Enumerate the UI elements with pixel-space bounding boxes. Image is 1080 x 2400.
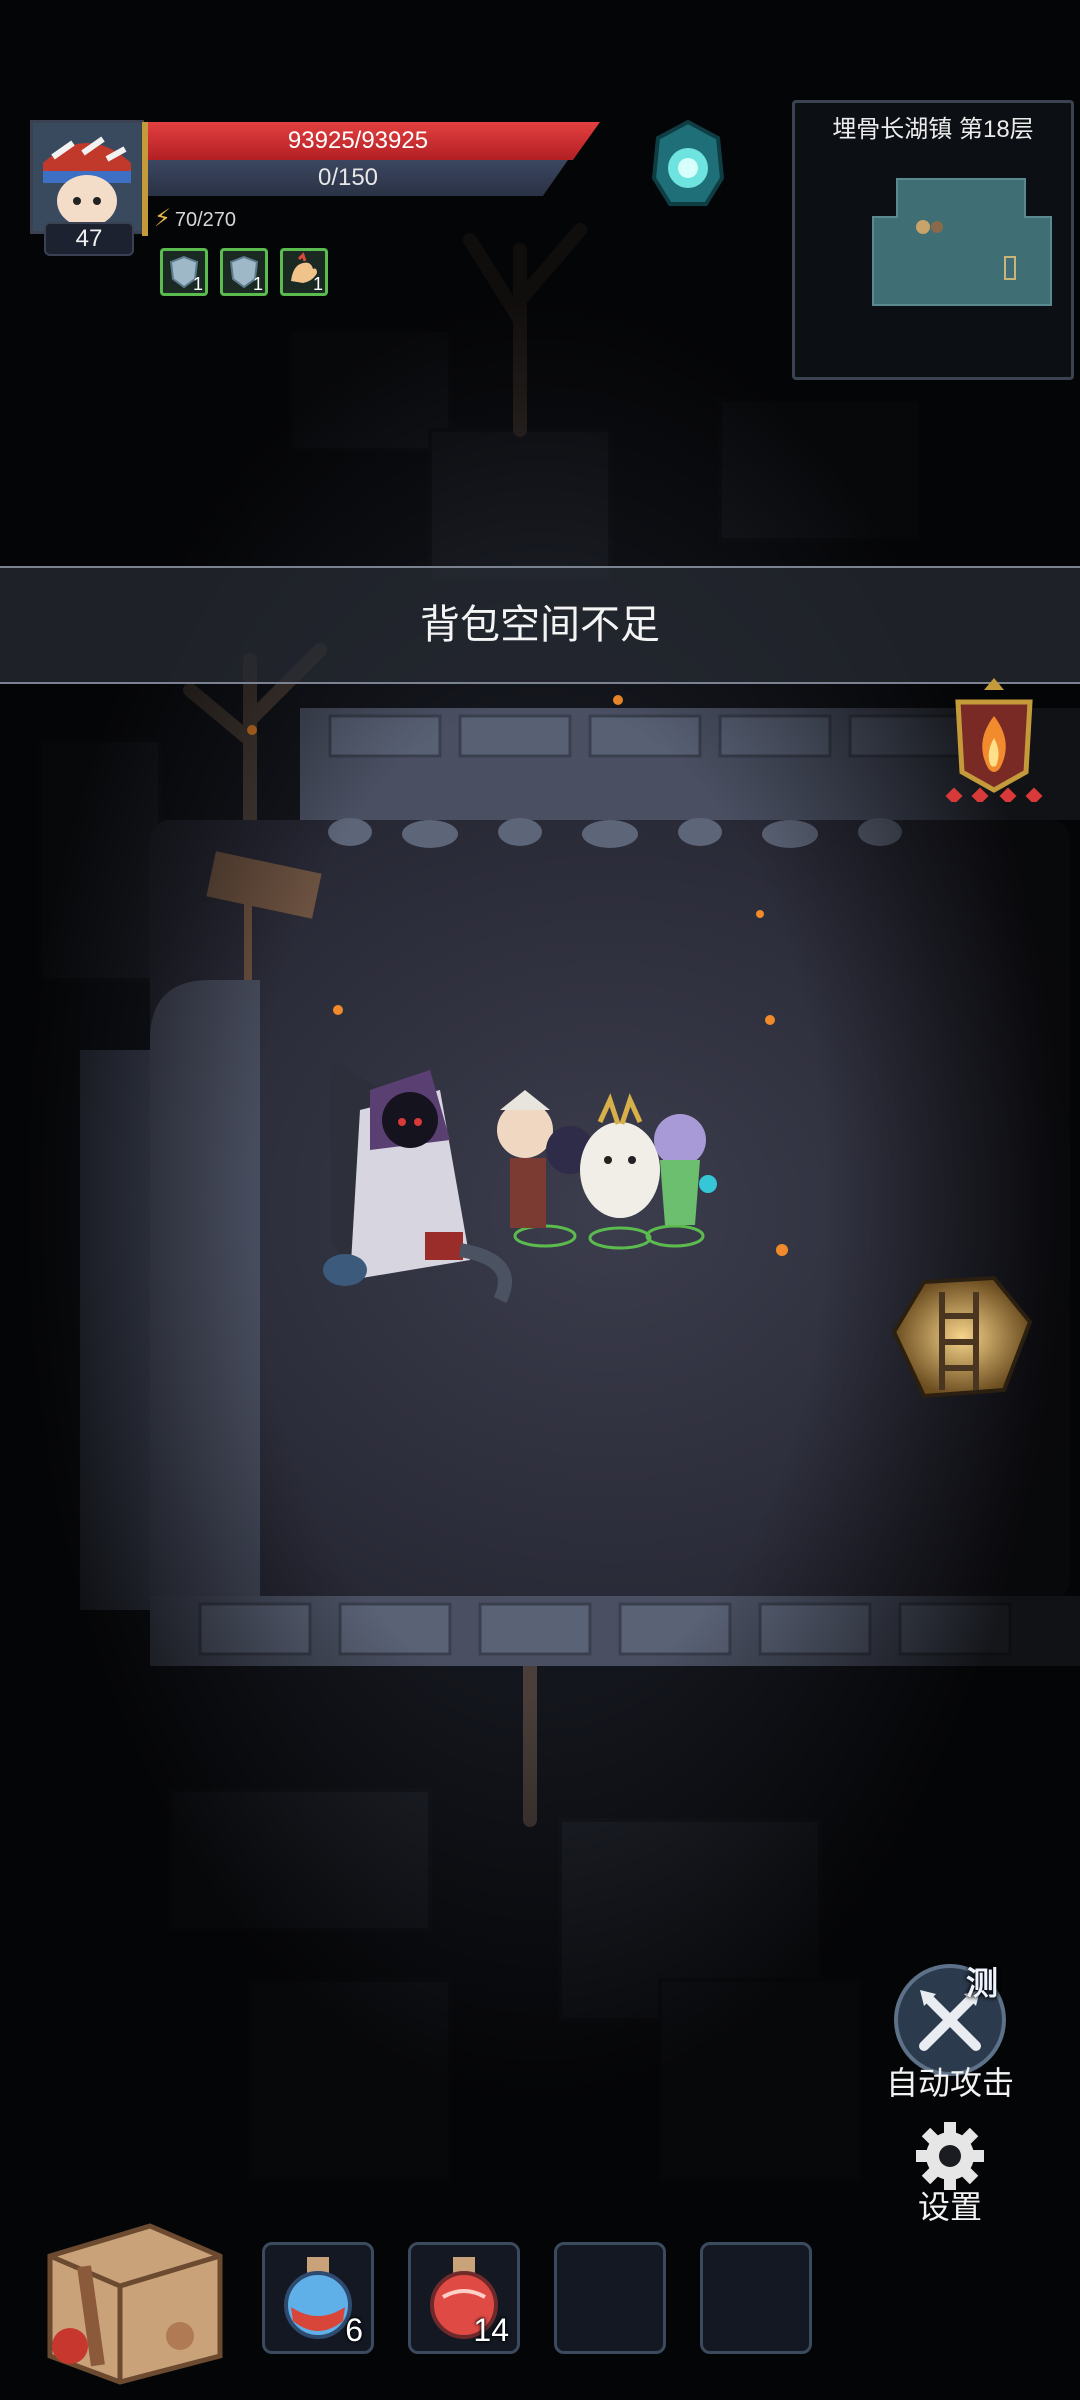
buff-shield-1[interactable]: 1 [160, 248, 208, 296]
portal-icon [651, 119, 725, 206]
lightning-icon: ⚡ [154, 205, 171, 232]
player-marker-icon [916, 220, 930, 234]
item-count: 6 [345, 2312, 363, 2348]
energy-value: 70/270 [174, 209, 237, 231]
buff-shield-2[interactable]: 1 [220, 248, 268, 296]
minimap-room [872, 178, 1052, 306]
energy-indicator: ⚡ 70/270 [154, 204, 236, 234]
buff-count: 1 [252, 274, 263, 294]
stairs-exit[interactable] [884, 1272, 1034, 1402]
toast-message: 背包空间不足 [0, 566, 1080, 684]
buff-strength[interactable]: 1 [280, 248, 328, 296]
mp-value: 0/150 [317, 164, 379, 191]
player-avatar[interactable] [30, 120, 144, 234]
player-level: 47 [44, 222, 134, 256]
item-slot-1[interactable]: 6 [262, 2242, 374, 2354]
item-count: 14 [473, 2312, 509, 2348]
hp-value: 93925/93925 [287, 127, 429, 154]
buff-count: 1 [192, 274, 203, 294]
avatar-icon [33, 123, 141, 231]
backpack-icon [47, 2223, 223, 2385]
auto-attack-label: 自动攻击 [885, 2065, 1014, 2101]
item-slot-4[interactable] [700, 2242, 812, 2354]
flame-shrine-icon [945, 678, 1043, 805]
fire-shrine[interactable] [944, 672, 1044, 805]
backpack-button[interactable] [30, 2196, 230, 2386]
buff-count: 1 [312, 274, 323, 294]
item-slot-3[interactable] [554, 2242, 666, 2354]
merchant-marker-icon [931, 221, 943, 233]
minimap[interactable]: 埋骨长湖镇 第18层 [792, 100, 1074, 380]
settings-label: 设置 [917, 2189, 982, 2225]
portal-button[interactable] [648, 118, 728, 210]
ladder-icon [891, 1275, 1033, 1399]
test-badge: 测 [966, 1965, 999, 2001]
item-slot-2[interactable]: 14 [408, 2242, 520, 2354]
